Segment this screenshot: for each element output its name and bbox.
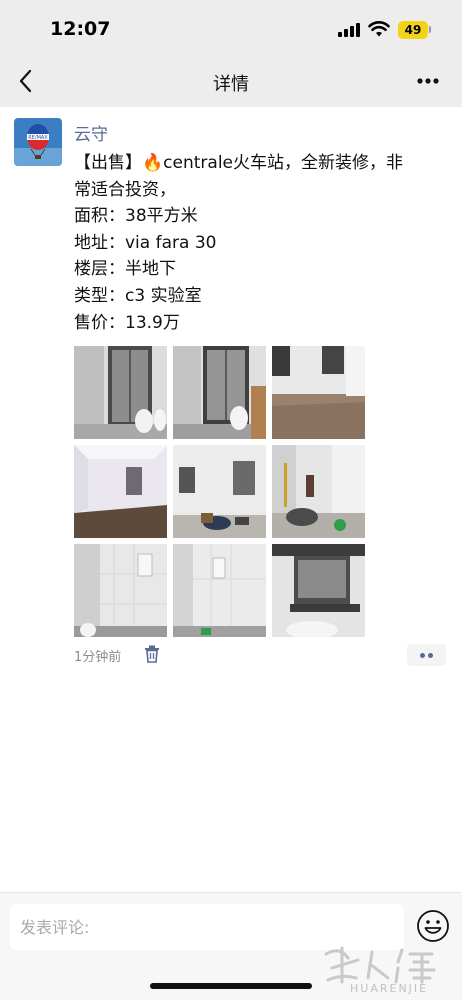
battery-tip [429, 26, 431, 33]
photo-room-renovation[interactable] [272, 445, 365, 538]
trash-icon[interactable] [144, 645, 160, 663]
home-indicator [150, 983, 312, 989]
page-title: 详情 [213, 74, 249, 95]
post-line: 【出售】🔥centrale火车站，全新装修，非 [74, 153, 404, 173]
photo-room-wood-floor[interactable] [272, 346, 365, 439]
post-line: 售价：13.9万 [74, 312, 180, 333]
post-time: 1分钟前 [74, 650, 122, 665]
status-time: 12:07 [50, 18, 111, 40]
post-line: 楼层：半地下 [74, 259, 176, 280]
post-line: 面积：38平方米 [74, 206, 198, 227]
photo-bathroom-shower[interactable] [74, 346, 167, 439]
avatar[interactable]: RE/MAX [14, 118, 62, 166]
author-name[interactable]: 云守 [74, 120, 108, 145]
photo-bathroom-shower[interactable] [173, 346, 266, 439]
post-text: 【出售】🔥centrale火车站，全新装修，非 常适合投资， 面积：38平方米 … [74, 150, 446, 336]
more-icon[interactable] [410, 68, 446, 94]
cellular-signal-icon [338, 23, 362, 37]
battery-indicator: 49 [398, 21, 428, 39]
photo-grid [74, 346, 366, 638]
header-area: 12:07 49 详情 [0, 0, 462, 107]
photo-tiled-bathroom-boiler[interactable] [74, 544, 167, 637]
post-line: 地址：via fara 30 [74, 232, 217, 253]
photo-tiled-bathroom[interactable] [173, 544, 266, 637]
status-bar: 12:07 49 [0, 0, 462, 54]
wifi-icon [368, 21, 390, 37]
watermark-text: HUARENJIE [350, 982, 429, 995]
photo-room-with-boxes[interactable] [173, 445, 266, 538]
post-line: 常适合投资， [74, 179, 176, 200]
svg-text:RE/MAX: RE/MAX [28, 135, 48, 141]
navigation-bar: 详情 [0, 54, 462, 107]
photo-sink-mirror[interactable] [272, 544, 365, 637]
like-comment-button[interactable] [407, 644, 446, 666]
post-line: 类型：c3 实验室 [74, 285, 202, 306]
photo-empty-room[interactable] [74, 445, 167, 538]
